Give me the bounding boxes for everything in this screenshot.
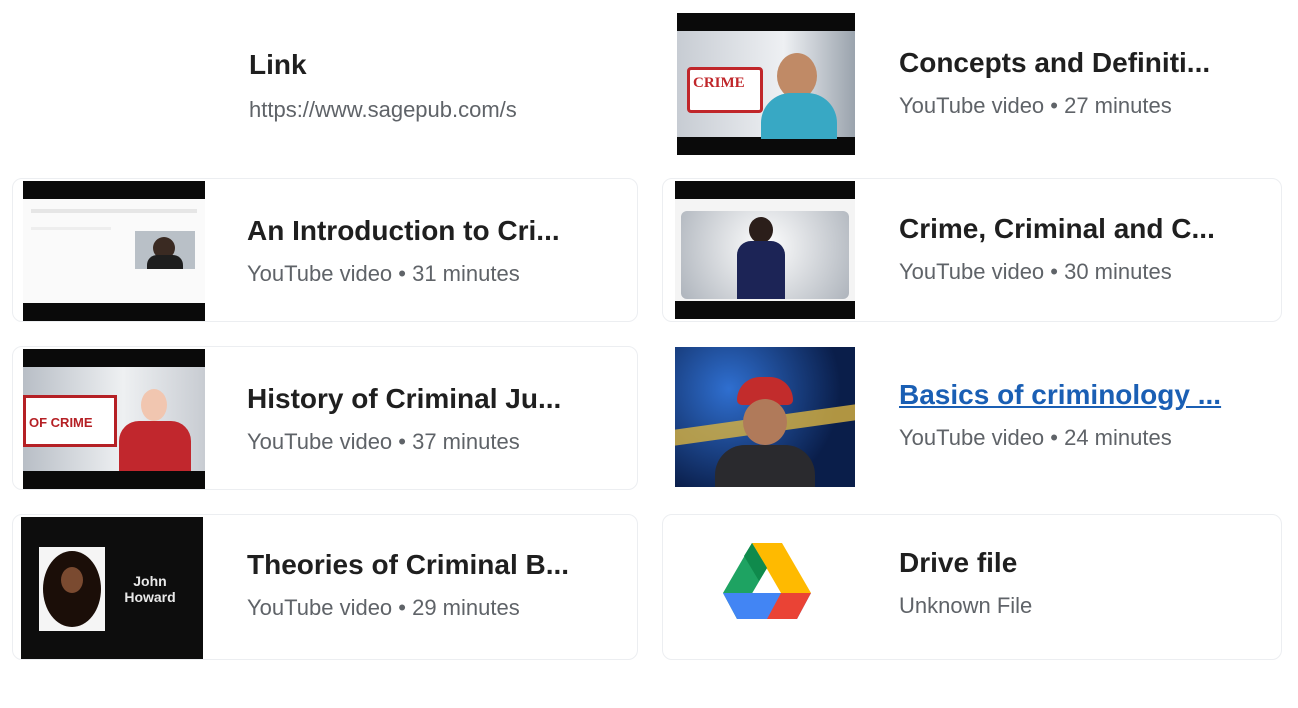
video-thumbnail — [675, 181, 855, 319]
attachment-title: Link — [249, 49, 307, 80]
video-thumbnail: CRIME — [677, 13, 855, 155]
video-thumbnail: John Howard — [21, 517, 203, 659]
attachment-card-video[interactable]: CRIME Concepts and Definiti... YouTube v… — [662, 8, 1282, 158]
attachment-card-video[interactable]: OF CRIME History of Criminal Ju... YouTu… — [12, 346, 638, 490]
attachment-subtitle: YouTube video • 37 minutes — [247, 429, 520, 454]
attachment-title: Concepts and Definiti... — [899, 47, 1211, 78]
attachment-title: Theories of Criminal B... — [247, 549, 570, 580]
thumbnail-logo-text: CRIME — [693, 75, 745, 91]
attachment-card-video[interactable]: An Introduction to Cri... YouTube video … — [12, 178, 638, 322]
attachment-title: An Introduction to Cri... — [247, 215, 560, 246]
thumbnail-logo-text: OF CRIME — [29, 415, 93, 430]
attachment-card-video[interactable]: Basics of criminology ... YouTube video … — [662, 346, 1282, 490]
attachment-card-video[interactable]: Crime, Criminal and C... YouTube video •… — [662, 178, 1282, 322]
attachment-subtitle: YouTube video • 29 minutes — [247, 595, 520, 620]
video-thumbnail — [675, 347, 855, 487]
attachment-title: History of Criminal Ju... — [247, 383, 562, 414]
attachment-subtitle: YouTube video • 24 minutes — [899, 425, 1172, 450]
attachment-subtitle: YouTube video • 27 minutes — [899, 93, 1172, 118]
video-thumbnail — [23, 181, 205, 321]
attachment-card-video[interactable]: John Howard Theories of Criminal B... Yo… — [12, 514, 638, 660]
attachment-subtitle: Unknown File — [899, 593, 1033, 618]
attachment-card-link[interactable]: Link https://www.sagepub.com/s — [8, 14, 638, 164]
thumbnail-caption: John Howard — [124, 573, 176, 605]
attachment-subtitle: YouTube video • 31 minutes — [247, 261, 520, 286]
attachment-title: Crime, Criminal and C... — [899, 213, 1215, 244]
google-drive-icon — [721, 541, 813, 623]
attachment-card-drive[interactable]: Drive file Unknown File — [662, 514, 1282, 660]
attachment-title-link[interactable]: Basics of criminology ... — [899, 379, 1239, 411]
video-thumbnail: OF CRIME — [23, 349, 205, 489]
attachment-title: Drive file — [899, 547, 1018, 578]
attachment-subtitle: YouTube video • 30 minutes — [899, 259, 1172, 284]
attachment-url: https://www.sagepub.com/s — [249, 97, 517, 122]
